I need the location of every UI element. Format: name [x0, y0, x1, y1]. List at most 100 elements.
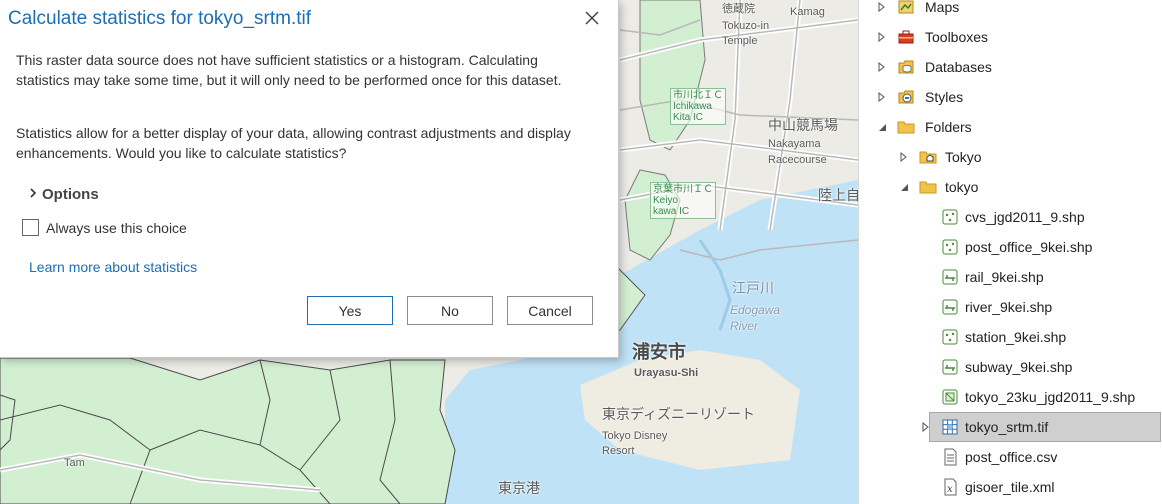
map-label-disney-en1: Tokyo Disney: [602, 430, 668, 442]
always-use-label[interactable]: Always use this choice: [46, 220, 187, 236]
catalog-item[interactable]: post_office_9kei.shp: [859, 232, 1162, 262]
catalog-item[interactable]: Databases: [859, 52, 1162, 82]
catalog-item[interactable]: Maps: [859, 0, 1162, 22]
dialog-title: Calculate statistics for tokyo_srtm.tif: [8, 8, 312, 29]
options-label: Options: [42, 185, 99, 203]
map-label-edogawa-en1: Edogawa: [730, 303, 781, 317]
catalog-item[interactable]: Styles: [859, 82, 1162, 112]
map-label-tokuzoin-en2: Temple: [722, 35, 758, 47]
learn-more-link[interactable]: Learn more about statistics: [29, 259, 197, 275]
ic-label-jp: 京葉市川ＩＣ: [653, 184, 713, 195]
styles-icon: [897, 88, 915, 106]
ic-label-en1: Keiyo: [653, 195, 679, 206]
raster-icon: [941, 418, 959, 436]
chevron-right-icon: [28, 187, 42, 201]
xml-file-icon: x: [941, 478, 959, 496]
catalog-item[interactable]: tokyo: [859, 172, 1162, 202]
yes-button[interactable]: Yes: [307, 296, 393, 325]
collapsed-triangle-icon[interactable]: [921, 422, 931, 432]
catalog-item[interactable]: post_office.csv: [859, 442, 1162, 472]
catalog-item-label: tokyo_srtm.tif: [965, 419, 1049, 435]
collapsed-triangle-icon[interactable]: [877, 92, 887, 102]
point-shapefile-icon: [941, 328, 959, 346]
map-label-urayasu-en: Urayasu-Shi: [634, 367, 699, 379]
options-expander[interactable]: Options: [28, 184, 99, 204]
catalog-item-label: Databases: [925, 59, 992, 75]
map-label-tokyo-port: 東京港: [498, 480, 540, 496]
catalog-item-label: subway_9kei.shp: [965, 359, 1073, 375]
catalog-item-label: tokyo: [945, 179, 979, 195]
catalog-item[interactable]: Tokyo: [859, 142, 1162, 172]
catalog-item[interactable]: river_9kei.shp: [859, 292, 1162, 322]
info-paragraph-1: This raster data source does not have su…: [16, 52, 562, 88]
map-label-nakayama-jp: 中山競馬場: [768, 117, 838, 133]
expanded-triangle-icon[interactable]: [899, 182, 909, 192]
catalog-pane: Maps Toolboxes Databases Styles Folders Tokyo…: [858, 0, 1162, 504]
always-use-checkbox[interactable]: [22, 219, 39, 236]
catalog-item-label: river_9kei.shp: [965, 299, 1053, 315]
catalog-item-label: post_office.csv: [965, 449, 1058, 465]
always-use-choice-row: Always use this choice: [22, 219, 187, 236]
line-shapefile-icon: [941, 358, 959, 376]
folder-icon: [897, 118, 915, 136]
map-label-edogawa-jp: 江戸川: [732, 280, 774, 296]
home-folder-icon: [919, 148, 937, 166]
catalog-item[interactable]: x gisoer_tile.xml: [859, 472, 1162, 502]
map-label-edogawa-en2: River: [730, 319, 759, 333]
polygon-shapefile-icon: [941, 388, 959, 406]
calculate-statistics-dialog: Calculate statistics for tokyo_srtm.tif …: [0, 0, 619, 358]
ic-label-jp: 市川北ＩＣ: [673, 90, 723, 101]
catalog-item-label: Maps: [925, 0, 960, 15]
map-label-keiyo-ic: 京葉市川ＩＣ Keiyo kawa IC: [650, 182, 716, 219]
info-paragraph-2: Statistics allow for a better display of…: [16, 125, 571, 161]
map-label-tokuzoin-jp: 徳蔵院: [722, 3, 755, 15]
catalog-item[interactable]: Folders: [859, 112, 1162, 142]
catalog-item-label: Toolboxes: [925, 29, 989, 45]
map-label-disney-jp: 東京ディズニーリゾート: [602, 406, 756, 422]
line-shapefile-icon: [941, 268, 959, 286]
collapsed-triangle-icon[interactable]: [877, 62, 887, 72]
collapsed-triangle-icon[interactable]: [877, 32, 887, 42]
ic-label-en1: Ichikawa: [673, 101, 712, 112]
map-label-kamag: Kamag: [790, 6, 825, 18]
catalog-item-label: cvs_jgd2011_9.shp: [965, 209, 1085, 225]
catalog-item[interactable]: station_9kei.shp: [859, 322, 1162, 352]
catalog-item-label: tokyo_23ku_jgd2011_9.shp: [965, 389, 1136, 405]
catalog-item-label: post_office_9kei.shp: [965, 239, 1093, 255]
catalog-item-label: gisoer_tile.xml: [965, 479, 1055, 495]
database-icon: [897, 58, 915, 76]
map-label-tokuzoin-en1: Tokuzo-in: [722, 20, 770, 32]
catalog-item[interactable]: tokyo_23ku_jgd2011_9.shp: [859, 382, 1162, 412]
catalog-item-label: Tokyo: [945, 149, 982, 165]
catalog-item[interactable]: cvs_jgd2011_9.shp: [859, 202, 1162, 232]
csv-file-icon: [941, 448, 959, 466]
toolbox-icon: [897, 28, 915, 46]
maps-icon: [897, 0, 915, 16]
no-button[interactable]: No: [407, 296, 493, 325]
folder-icon: [919, 178, 937, 196]
point-shapefile-icon: [941, 208, 959, 226]
catalog-item-label: Folders: [925, 119, 972, 135]
point-shapefile-icon: [941, 238, 959, 256]
expanded-triangle-icon[interactable]: [877, 122, 887, 132]
catalog-item[interactable]: Toolboxes: [859, 22, 1162, 52]
map-label-rikujo: 陸上自: [818, 187, 858, 203]
catalog-item[interactable]: rail_9kei.shp: [859, 262, 1162, 292]
catalog-item[interactable]: tokyo_srtm.tif: [859, 412, 1162, 442]
catalog-item-label: Styles: [925, 89, 964, 105]
svg-text:x: x: [947, 484, 953, 495]
map-label-nakayama-en1: Nakayama: [768, 138, 821, 150]
close-icon[interactable]: [580, 6, 604, 30]
catalog-item-label: rail_9kei.shp: [965, 269, 1044, 285]
map-label-tama: Tam: [64, 457, 85, 469]
ic-label-en2: kawa IC: [653, 206, 690, 217]
line-shapefile-icon: [941, 298, 959, 316]
map-label-ichikawa-kita-ic: 市川北ＩＣ Ichikawa Kita IC: [670, 88, 726, 125]
catalog-item[interactable]: subway_9kei.shp: [859, 352, 1162, 382]
collapsed-triangle-icon[interactable]: [899, 152, 909, 162]
collapsed-triangle-icon[interactable]: [877, 2, 887, 12]
cancel-button[interactable]: Cancel: [507, 296, 593, 325]
ic-label-en2: Kita IC: [673, 112, 704, 123]
map-label-nakayama-en2: Racecourse: [768, 154, 827, 166]
catalog-item-label: station_9kei.shp: [965, 329, 1067, 345]
